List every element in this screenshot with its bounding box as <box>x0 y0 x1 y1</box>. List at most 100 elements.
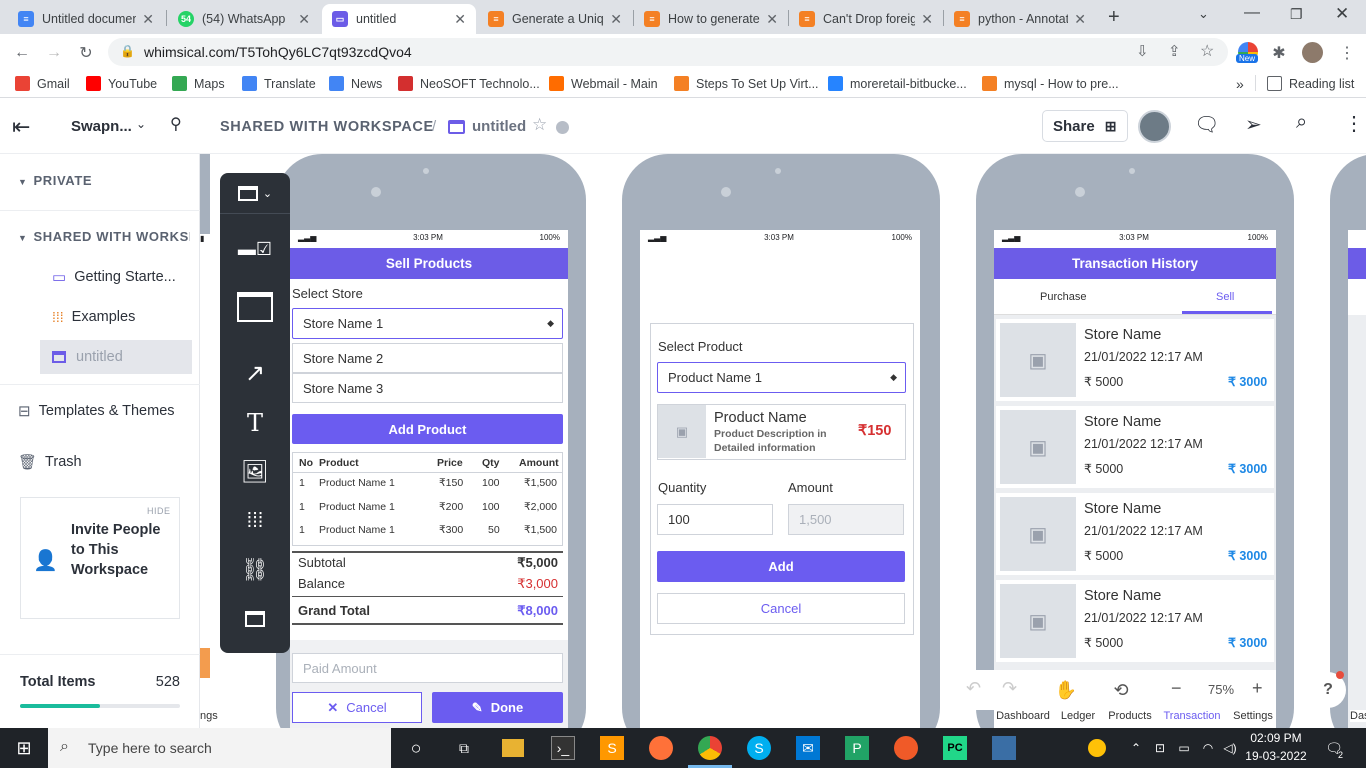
history-icon[interactable]: ⟲ <box>1101 670 1141 710</box>
store-option[interactable]: Store Name 3 <box>292 373 563 403</box>
firefox-icon[interactable] <box>649 736 673 760</box>
file-explorer-icon[interactable] <box>502 739 524 757</box>
bookmark-youtube[interactable]: YouTube <box>86 76 157 91</box>
board-canvas[interactable]: ▮ ngs ▂▃▅ 3:03 PM 100% Sell Products Selec… <box>200 154 1366 728</box>
menu-kebab-icon[interactable]: ⋮ <box>1336 42 1358 64</box>
window-close-icon[interactable]: ✕ <box>1335 4 1349 24</box>
user-avatar[interactable] <box>1138 110 1171 143</box>
tab-sell[interactable]: Sell <box>1216 291 1234 303</box>
bookmark-mysql[interactable]: mysql - How to pre... <box>982 76 1119 91</box>
tab-google-docs[interactable]: ≡ Untitled documen ✕ <box>8 4 164 34</box>
close-icon[interactable]: ✕ <box>142 11 154 28</box>
zoom-out-button[interactable]: − <box>1171 678 1182 699</box>
profile-avatar[interactable] <box>1302 42 1323 63</box>
more-options-icon[interactable]: ⋮ <box>1344 111 1364 136</box>
close-icon[interactable]: ✕ <box>1074 11 1086 28</box>
text-tool[interactable]: T <box>230 403 280 443</box>
share-icon[interactable]: ⇪ <box>1168 42 1181 60</box>
taskbar-time[interactable]: 02:09 PM <box>1246 731 1306 745</box>
list-item[interactable]: ▣ Store Name 21/01/2022 12:17 AM ₹ 5000 … <box>996 493 1274 575</box>
trash[interactable]: 🗑 Trash <box>18 453 82 471</box>
windows-start-icon[interactable]: ⊞ <box>12 736 36 760</box>
shared-section[interactable]: ▼SHARED WITH WORKSPACE <box>18 229 190 244</box>
restore-icon[interactable]: ❐ <box>1290 6 1303 23</box>
sublime-icon[interactable]: S <box>600 736 624 760</box>
send-icon[interactable]: ➢ <box>1245 112 1262 137</box>
store-option[interactable]: Store Name 2 <box>292 343 563 373</box>
taskbar-search[interactable]: ⌕ Type here to search <box>48 728 391 768</box>
search-icon[interactable]: ⌕ <box>1296 111 1307 134</box>
comments-icon[interactable]: 🗨 <box>1194 112 1219 137</box>
cancel-button[interactable]: Cancel <box>657 593 905 624</box>
bookmark-star-icon[interactable]: ☆ <box>1200 41 1214 61</box>
nav-products[interactable]: Products <box>1098 710 1162 722</box>
network-icon[interactable]: ⊡ <box>1148 736 1172 760</box>
zoom-in-button[interactable]: + <box>1252 678 1263 699</box>
collapse-sidebar-icon[interactable]: ⇤ <box>12 114 30 140</box>
paid-amount-input[interactable]: Paid Amount <box>292 653 563 683</box>
nav-transaction[interactable]: Transaction <box>1160 710 1224 722</box>
sidebar-item-examples[interactable]: ⁞⁞⁞ Examples <box>40 300 192 334</box>
bookmark-bitbucket[interactable]: moreretail-bitbucke... <box>828 76 967 91</box>
list-item[interactable]: ▣ Store Name 21/01/2022 12:17 AM ₹ 5000 … <box>996 406 1274 488</box>
new-tab-button[interactable]: + <box>1108 6 1120 29</box>
extensions-puzzle-icon[interactable]: ✱ <box>1268 42 1290 64</box>
remote-desktop-icon[interactable] <box>992 736 1016 760</box>
invite-text[interactable]: Invite People to This Workspace <box>71 520 161 580</box>
volume-icon[interactable]: ◁) <box>1218 736 1242 760</box>
reading-list[interactable]: Reading list <box>1267 76 1354 91</box>
image-tool[interactable]: 🖼 <box>230 452 280 492</box>
private-section[interactable]: ▼ PRIVATE <box>18 173 92 188</box>
chevron-down-icon[interactable]: ⌄ <box>136 117 146 131</box>
tab-search-icon[interactable]: ⌄ <box>1198 6 1209 22</box>
sidebar-item-untitled[interactable]: untitled <box>40 340 192 374</box>
pycharm-icon[interactable]: PC <box>943 736 967 760</box>
star-icon[interactable]: ☆ <box>532 115 547 135</box>
cortana-icon[interactable]: ○ <box>404 736 428 760</box>
hide-button[interactable]: HIDE <box>147 506 171 516</box>
battery-icon[interactable]: ▭ <box>1172 736 1196 760</box>
sidebar-item-getting-started[interactable]: ▭ Getting Starte... <box>40 260 192 294</box>
reload-icon[interactable]: ↻ <box>75 42 97 64</box>
tab-stackoverflow-1[interactable]: ≡ Generate a Uniqu ✕ <box>478 4 632 34</box>
bookmark-webmail[interactable]: Webmail - Main <box>549 76 658 91</box>
nav-settings[interactable]: Settings <box>1221 710 1276 722</box>
weather-icon[interactable] <box>1088 739 1106 757</box>
install-icon[interactable]: ⇩ <box>1136 42 1149 60</box>
board-title[interactable]: untitled <box>472 118 526 135</box>
close-icon[interactable]: ✕ <box>454 11 466 28</box>
quantity-input[interactable]: 100 <box>657 504 773 535</box>
bookmark-steps-virt[interactable]: Steps To Set Up Virt... <box>674 76 819 91</box>
chevron-up-icon[interactable]: ⌃ <box>1124 736 1148 760</box>
add-product-button[interactable]: Add Product <box>292 414 563 444</box>
wifi-icon[interactable]: ◠ <box>1196 736 1220 760</box>
close-icon[interactable]: ✕ <box>766 11 778 28</box>
icons-grid-tool[interactable]: ⁞⁞⁞ <box>230 501 280 541</box>
templates-themes[interactable]: ⊟ Templates & Themes <box>18 402 175 420</box>
tab-purchase[interactable]: Purchase <box>1040 291 1086 303</box>
bookmark-neosoft[interactable]: NeoSOFT Technolo... <box>398 76 540 91</box>
bookmark-news[interactable]: News <box>329 76 382 91</box>
workspace-name[interactable]: Swapn... <box>71 118 132 135</box>
task-view-icon[interactable]: ⧉ <box>452 736 476 760</box>
product-select[interactable]: Product Name 1 ◆ <box>657 362 906 393</box>
share-button[interactable]: Share ⊞ <box>1042 110 1128 142</box>
tab-stackoverflow-4[interactable]: ≡ python - Annotat ✕ <box>944 4 1096 34</box>
frame-selector[interactable]: ⌄ <box>230 175 280 211</box>
cancel-button[interactable]: ✕ Cancel <box>292 692 422 723</box>
forward-icon[interactable]: → <box>43 42 65 64</box>
link-tool[interactable]: ⛓ <box>230 550 280 590</box>
undo-icon[interactable]: ↶ <box>966 678 981 699</box>
address-bar[interactable]: 🔒 whimsical.com/T5TohQy6LC7qt93zcdQvo4 ⇩… <box>108 38 1228 66</box>
list-item[interactable]: ▣ Store Name 21/01/2022 12:17 AM ₹ 5000 … <box>996 580 1274 662</box>
project-icon[interactable]: P <box>845 736 869 760</box>
tab-untitled-active[interactable]: ▭ untitled ✕ <box>322 4 476 34</box>
bookmark-maps[interactable]: Maps <box>172 76 225 91</box>
minimize-icon[interactable]: — <box>1244 4 1260 22</box>
taskbar-date[interactable]: 19-03-2022 <box>1242 749 1310 763</box>
tab-whatsapp[interactable]: 54 (54) WhatsApp ✕ <box>168 4 320 34</box>
add-button[interactable]: Add <box>657 551 905 582</box>
tab-stackoverflow-2[interactable]: ≡ How to generate ✕ <box>634 4 788 34</box>
window-tool[interactable] <box>230 285 280 329</box>
more-bookmarks[interactable]: » <box>1236 76 1244 92</box>
